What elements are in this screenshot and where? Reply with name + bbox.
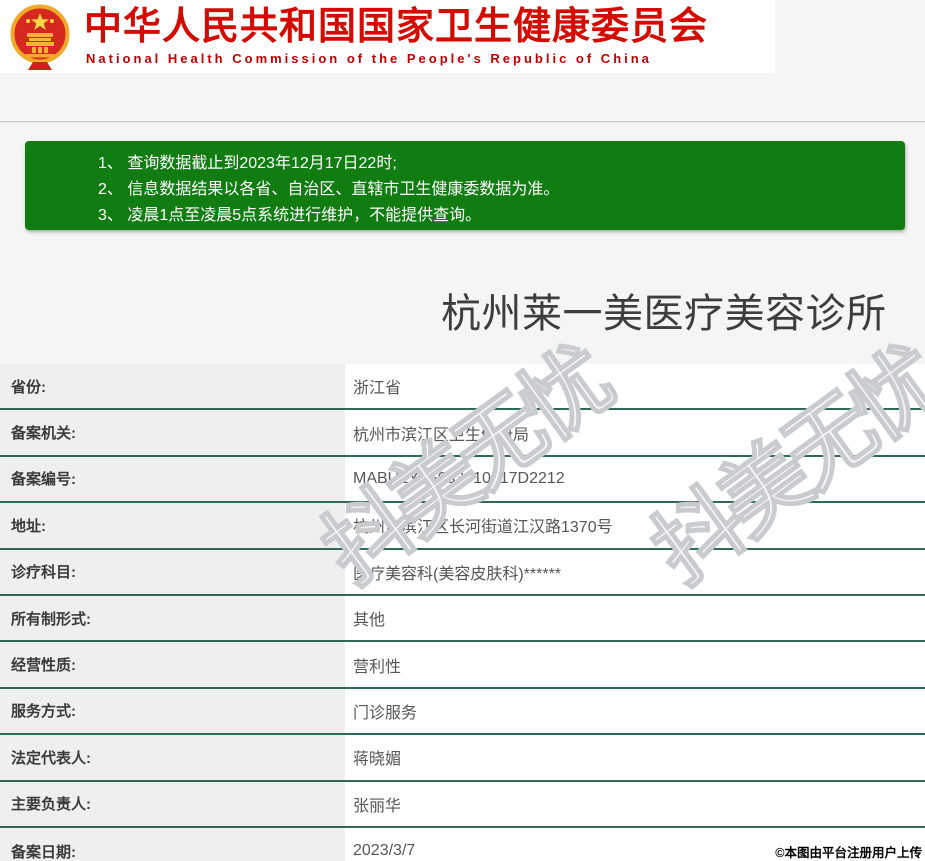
field-label: 法定代表人:	[0, 735, 345, 780]
notice-line: 1、 查询数据截止到2023年12月17日22时;	[98, 155, 397, 172]
field-value: 门诊服务	[345, 688, 925, 734]
field-label: 主要负责人:	[0, 781, 345, 826]
table-row-filing-number: 备案编号: MABU1Y8F633010817D2212	[0, 456, 925, 504]
site-header: 中华人民共和国国家卫生健康委员会 National Health Commiss…	[0, 0, 775, 73]
field-value: 浙江省	[345, 364, 925, 409]
table-row-ownership-type: 所有制形式: 其他	[0, 595, 925, 643]
table-row-province: 省份: 浙江省	[0, 364, 925, 411]
field-value: 营利性	[345, 642, 925, 687]
field-label: 经营性质:	[0, 642, 345, 687]
field-value: 杭州市滨江区长河街道江汉路1370号	[345, 503, 925, 548]
header-divider	[0, 121, 925, 122]
field-value: 杭州市滨江区卫生健康局	[345, 410, 925, 455]
field-value: 蒋晓媚	[345, 735, 925, 780]
table-row-address: 地址: 杭州市滨江区长河街道江汉路1370号	[0, 503, 925, 550]
notice-line: 2、 信息数据结果以各省、自治区、直辖市卫生健康委数据为准。	[98, 181, 560, 198]
field-label: 所有制形式:	[0, 595, 345, 641]
field-label: 备案机关:	[0, 410, 345, 455]
field-value: MABU1Y8F633010817D2212	[345, 456, 925, 502]
table-row-principal: 主要负责人: 张丽华	[0, 781, 925, 828]
image-attribution-label: ©本图由平台注册用户上传	[775, 846, 922, 860]
field-label: 诊疗科目:	[0, 549, 345, 594]
field-label: 备案日期:	[0, 827, 345, 861]
field-value: 医疗美容科(美容皮肤科)******	[345, 549, 925, 594]
registration-info-table: 省份: 浙江省 备案机关: 杭州市滨江区卫生健康局 备案编号: MABU1Y8F…	[0, 364, 925, 861]
organization-name-title: 杭州莱一美医疗美容诊所	[441, 292, 887, 336]
national-emblem-icon	[10, 4, 70, 70]
field-label: 省份:	[0, 364, 345, 409]
field-value: 其他	[345, 595, 925, 641]
nhc-query-result-page: 中华人民共和国国家卫生健康委员会 National Health Commiss…	[0, 0, 925, 861]
table-row-legal-representative: 法定代表人: 蒋晓媚	[0, 735, 925, 782]
table-row-filing-authority: 备案机关: 杭州市滨江区卫生健康局	[0, 410, 925, 457]
field-label: 地址:	[0, 503, 345, 548]
notice-box: 1、 查询数据截止到2023年12月17日22时; 2、 信息数据结果以各省、自…	[25, 141, 905, 230]
site-title-english: National Health Commission of the People…	[86, 51, 652, 66]
field-value: 张丽华	[345, 781, 925, 826]
table-row-medical-subjects: 诊疗科目: 医疗美容科(美容皮肤科)******	[0, 549, 925, 596]
field-label: 备案编号:	[0, 456, 345, 502]
site-title-chinese: 中华人民共和国国家卫生健康委员会	[84, 6, 709, 48]
table-row-operation-nature: 经营性质: 营利性	[0, 642, 925, 689]
table-row-service-mode: 服务方式: 门诊服务	[0, 688, 925, 736]
field-label: 服务方式:	[0, 688, 345, 734]
notice-line: 3、 凌晨1点至凌晨5点系统进行维护，不能提供查询。	[98, 207, 482, 224]
